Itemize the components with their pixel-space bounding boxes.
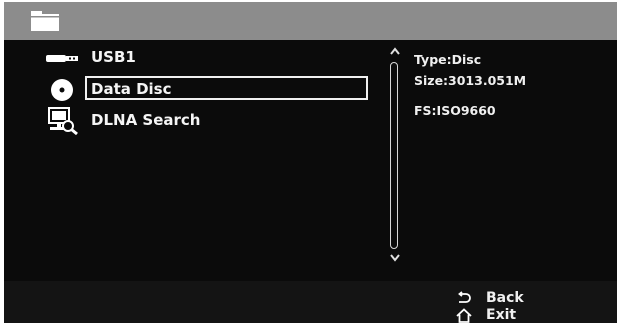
scrollbar[interactable]	[390, 62, 398, 249]
back-label: Back	[486, 290, 524, 306]
source-label: Data Disc	[91, 80, 172, 98]
back-arrow-icon	[458, 291, 471, 303]
disc-icon	[51, 79, 73, 101]
footer-bar: Back Exit	[4, 281, 617, 323]
home-icon	[456, 308, 472, 323]
media-browser-screen: USB1 Data Disc DLNA Search Type:Disc Siz…	[4, 2, 617, 323]
title-bar	[4, 2, 617, 40]
scroll-up-icon[interactable]	[389, 46, 401, 56]
scroll-down-icon[interactable]	[389, 253, 401, 263]
info-type: Type:Disc	[414, 52, 482, 67]
exit-label: Exit	[486, 307, 517, 323]
source-label: DLNA Search	[91, 111, 201, 129]
network-search-icon	[48, 107, 78, 135]
info-size: Size:3013.051M	[414, 73, 527, 88]
source-list: USB1 Data Disc DLNA Search	[4, 40, 389, 280]
info-filesystem: FS:ISO9660	[414, 103, 496, 118]
folder-icon	[31, 11, 59, 31]
usb-stick-icon	[46, 55, 78, 62]
source-label: USB1	[91, 48, 136, 66]
